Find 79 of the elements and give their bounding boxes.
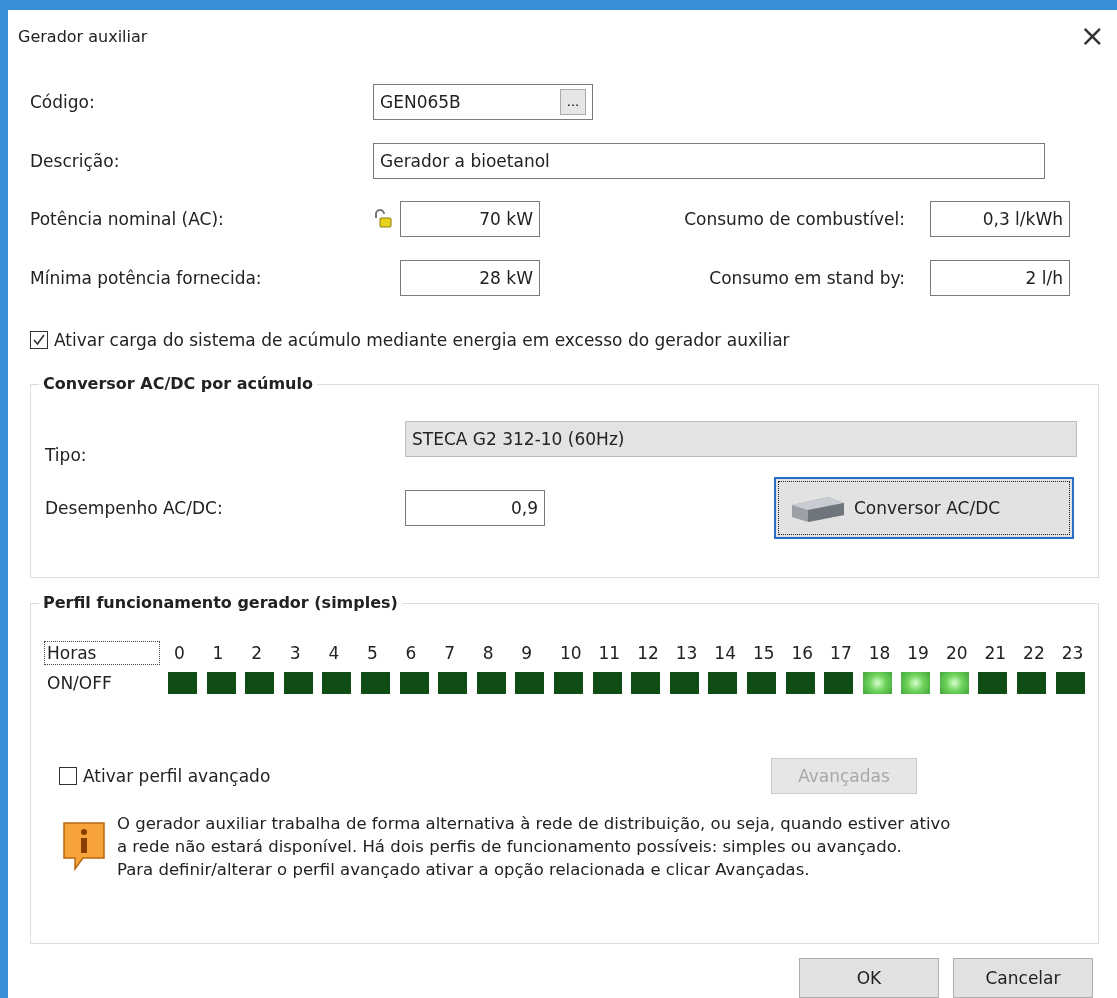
hour-toggle[interactable]: [862, 671, 892, 694]
hour-toggle[interactable]: [901, 671, 931, 694]
field-label: Desempenho AC/DC:: [45, 497, 224, 518]
row-header: ON/OFF: [46, 671, 113, 694]
field-label: Consumo de combustível:: [683, 209, 906, 230]
hour-label: 9: [520, 642, 534, 663]
type-field: STECA G2 312-10 (60Hz): [405, 420, 1077, 457]
field-label: Tipo:: [45, 444, 88, 465]
hour-label: 12: [636, 642, 660, 663]
number-field[interactable]: 70 kW: [400, 201, 540, 238]
window-title: Gerador auxiliar: [18, 26, 148, 46]
hour-label: 6: [404, 642, 418, 663]
converter-button[interactable]: Conversor AC/DC: [774, 476, 1074, 539]
checkbox-label: Ativar carga do sistema de acúmulo mediante energia em excesso do gerador auxiliar: [54, 329, 790, 350]
hour-label: 22: [1022, 642, 1046, 663]
hour-label: 10: [558, 642, 583, 663]
hour-toggle[interactable]: [322, 671, 352, 694]
browse-button[interactable]: ...: [560, 88, 586, 115]
hour-toggle[interactable]: [168, 671, 197, 694]
hour-label: 1: [211, 642, 225, 663]
hour-label: 23: [1060, 642, 1085, 663]
hour-toggle[interactable]: [592, 671, 622, 694]
checkbox[interactable]: [30, 330, 48, 349]
hour-label: 0: [173, 642, 186, 663]
hour-toggle[interactable]: [399, 671, 429, 694]
hour-toggle[interactable]: [708, 671, 738, 694]
number-field[interactable]: 0,3 l/kWh: [930, 201, 1070, 238]
field-label: Mínima potência fornecida:: [30, 267, 263, 288]
hour-toggle[interactable]: [438, 671, 468, 694]
hour-toggle[interactable]: [824, 671, 854, 694]
number-field[interactable]: 2 l/h: [930, 259, 1070, 296]
field-label: Consumo em stand by:: [708, 267, 906, 288]
info-text: O gerador auxiliar trabalha de forma alternativa à rede de distribuição, ou seja, quando estiver ativo a rede não estará disponível. Há dois perfis de funcionamento possíveis: simples ou avançado. Para definir/alterar o perfil avançado ativar a opção relacionada e clicar Avançadas.: [117, 812, 951, 881]
number-field[interactable]: 0,9: [405, 489, 545, 526]
hour-toggle[interactable]: [245, 671, 275, 694]
hour-toggle[interactable]: [939, 671, 969, 694]
close-button[interactable]: ×: [1075, 21, 1109, 51]
dialog-button[interactable]: Cancelar: [953, 958, 1093, 998]
hour-toggle[interactable]: [669, 671, 699, 694]
hour-toggle[interactable]: [631, 671, 661, 694]
hour-toggle[interactable]: [1055, 671, 1085, 694]
hour-label: 13: [674, 642, 699, 663]
description-field[interactable]: Gerador a bioetanol: [373, 142, 1045, 179]
field-label: Potência nominal (AC):: [30, 209, 225, 230]
hour-toggle[interactable]: [515, 671, 545, 694]
hour-toggle[interactable]: [476, 671, 506, 694]
dialog-button[interactable]: OK: [799, 958, 939, 998]
field-label: Código:: [30, 91, 96, 112]
hour-toggle[interactable]: [785, 671, 815, 694]
hour-label: 15: [751, 642, 776, 663]
code-field[interactable]: GEN065B ...: [373, 83, 593, 120]
hour-label: 17: [829, 642, 853, 663]
hour-label: 4: [327, 642, 341, 663]
hour-label: 5: [365, 642, 379, 663]
hour-toggle[interactable]: [206, 671, 236, 694]
number-field[interactable]: 28 kW: [400, 259, 540, 296]
hour-toggle[interactable]: [553, 671, 583, 694]
hour-label: 8: [481, 642, 495, 663]
hour-label: 20: [944, 642, 969, 663]
hour-label: 2: [250, 642, 263, 663]
field-label: Descrição:: [30, 150, 121, 171]
hour-label: 7: [443, 642, 456, 663]
hour-label: 11: [597, 642, 622, 663]
hour-toggle[interactable]: [360, 671, 390, 694]
hour-toggle[interactable]: [978, 671, 1008, 694]
checkbox[interactable]: [59, 766, 77, 785]
hour-label: 14: [713, 642, 737, 663]
hour-label: 3: [288, 642, 302, 663]
hour-toggle[interactable]: [746, 671, 776, 694]
group-title: Conversor AC/DC por acúmulo: [39, 373, 317, 393]
hour-label: 16: [790, 642, 815, 663]
hour-label: 21: [983, 642, 1008, 663]
hour-toggle[interactable]: [283, 671, 313, 694]
info-icon: [61, 819, 107, 872]
hour-label: 19: [906, 642, 930, 663]
checkbox-label: Ativar perfil avançado: [83, 765, 271, 786]
hour-toggle[interactable]: [1017, 671, 1047, 694]
row-header: Horas: [45, 641, 159, 664]
hour-label: 18: [867, 642, 892, 663]
